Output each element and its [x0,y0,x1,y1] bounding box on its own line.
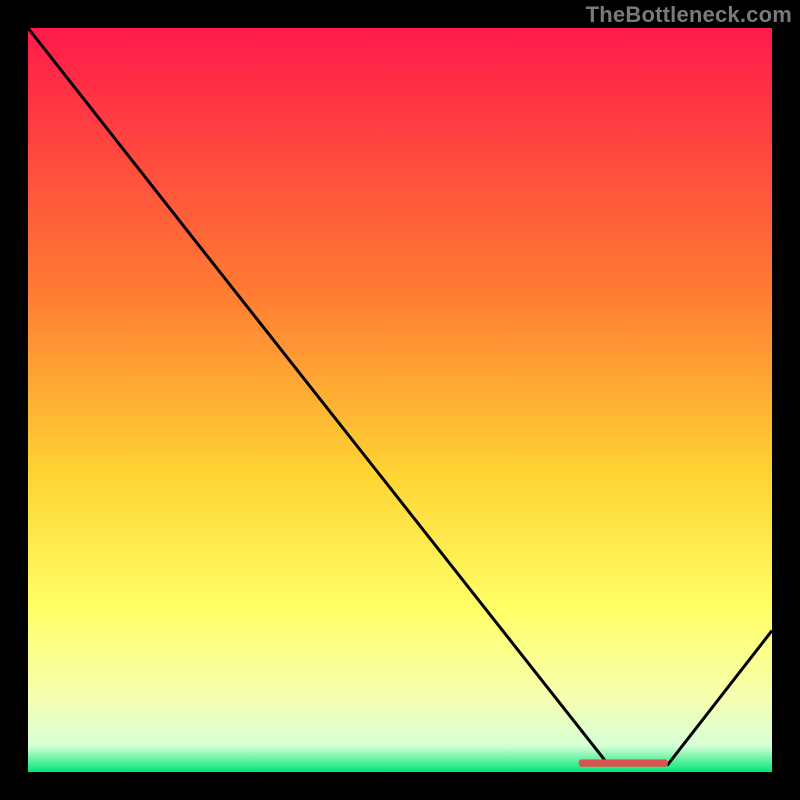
chart-svg [28,28,772,772]
optimal-range-marker [579,759,668,766]
chart-area [28,28,772,772]
chart-background-gradient [28,28,772,772]
watermark-text: TheBottleneck.com [586,2,792,28]
